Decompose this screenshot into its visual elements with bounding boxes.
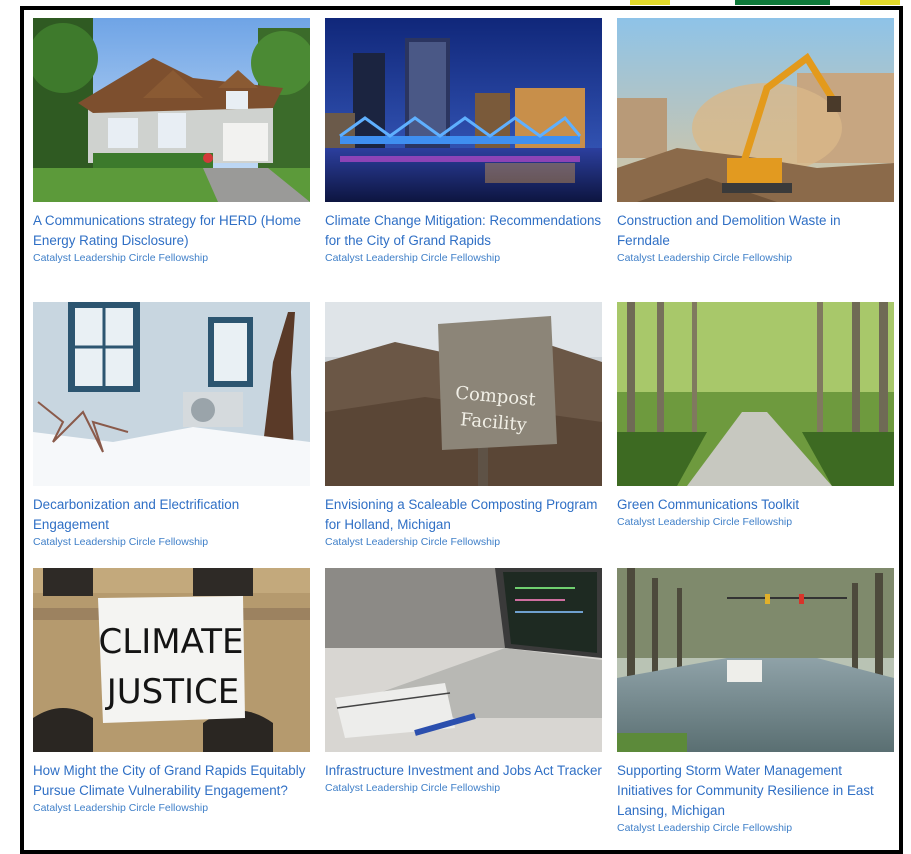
project-title[interactable]: Envisioning a Scaleable Composting Progr… <box>325 495 602 535</box>
project-card-holland-composting[interactable]: Compost Facility Envisioning a Scaleable… <box>325 302 602 568</box>
project-program[interactable]: Catalyst Leadership Circle Fellowship <box>325 781 602 795</box>
header-strip-yellow-2 <box>860 0 900 5</box>
projects-panel: A Communications strategy for HERD (Home… <box>20 6 903 854</box>
project-grid: A Communications strategy for HERD (Home… <box>33 18 894 852</box>
project-program[interactable]: Catalyst Leadership Circle Fellowship <box>617 821 894 835</box>
project-program[interactable]: Catalyst Leadership Circle Fellowship <box>325 251 602 265</box>
project-title[interactable]: Construction and Demolition Waste in Fer… <box>617 211 894 251</box>
project-program[interactable]: Catalyst Leadership Circle Fellowship <box>33 801 310 815</box>
project-card-green-toolkit[interactable]: Green Communications Toolkit Catalyst Le… <box>617 302 894 568</box>
forest-path-photo[interactable] <box>617 302 894 486</box>
compost-sign-photo[interactable]: Compost Facility <box>325 302 602 486</box>
project-title[interactable]: Infrastructure Investment and Jobs Act T… <box>325 761 602 781</box>
climate-justice-banner-photo[interactable]: CLIMATE JUSTICE <box>33 568 310 752</box>
header-strip-green <box>735 0 830 5</box>
project-card-ferndale-waste[interactable]: Construction and Demolition Waste in Fer… <box>617 18 894 302</box>
snowy-house-photo[interactable] <box>33 302 310 486</box>
project-title[interactable]: A Communications strategy for HERD (Home… <box>33 211 310 251</box>
project-card-herd[interactable]: A Communications strategy for HERD (Home… <box>33 18 310 302</box>
header-strip-yellow <box>630 0 670 5</box>
laptop-photo[interactable] <box>325 568 602 752</box>
project-card-grand-rapids-climate[interactable]: Climate Change Mitigation: Recommendatio… <box>325 18 602 302</box>
flooded-street-photo[interactable] <box>617 568 894 752</box>
project-card-storm-water[interactable]: Supporting Storm Water Management Initia… <box>617 568 894 852</box>
project-title[interactable]: Climate Change Mitigation: Recommendatio… <box>325 211 602 251</box>
project-card-decarbonization[interactable]: Decarbonization and Electrification Enga… <box>33 302 310 568</box>
banner-text-climate: CLIMATE <box>99 622 244 662</box>
project-program[interactable]: Catalyst Leadership Circle Fellowship <box>617 251 894 265</box>
demolition-photo[interactable] <box>617 18 894 202</box>
project-program[interactable]: Catalyst Leadership Circle Fellowship <box>617 515 894 529</box>
project-program[interactable]: Catalyst Leadership Circle Fellowship <box>33 251 310 265</box>
project-card-climate-vulnerability[interactable]: CLIMATE JUSTICE How Might the City of Gr… <box>33 568 310 852</box>
project-title[interactable]: Decarbonization and Electrification Enga… <box>33 495 310 535</box>
banner-text-justice: JUSTICE <box>105 672 240 712</box>
project-title[interactable]: How Might the City of Grand Rapids Equit… <box>33 761 310 801</box>
house-photo[interactable] <box>33 18 310 202</box>
project-card-infrastructure-tracker[interactable]: Infrastructure Investment and Jobs Act T… <box>325 568 602 852</box>
project-program[interactable]: Catalyst Leadership Circle Fellowship <box>325 535 602 549</box>
project-title[interactable]: Supporting Storm Water Management Initia… <box>617 761 894 821</box>
project-program[interactable]: Catalyst Leadership Circle Fellowship <box>33 535 310 549</box>
project-title[interactable]: Green Communications Toolkit <box>617 495 894 515</box>
city-bridge-photo[interactable] <box>325 18 602 202</box>
